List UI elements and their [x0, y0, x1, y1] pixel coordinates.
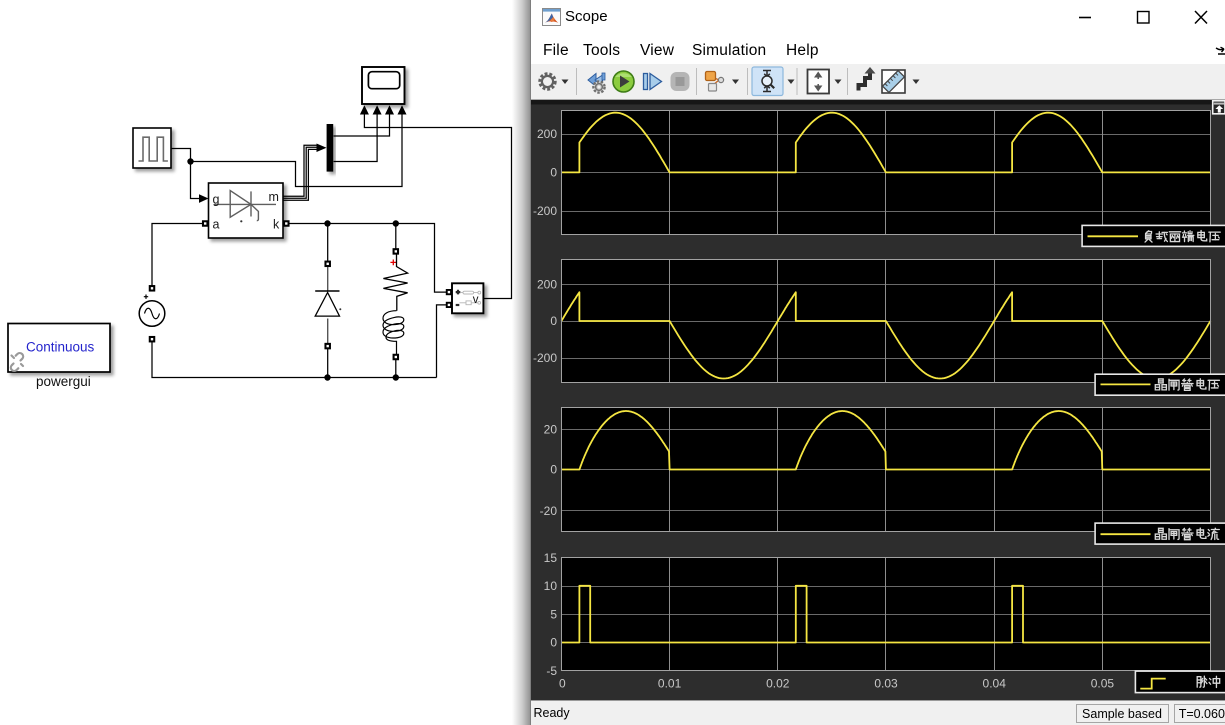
svg-text:m: m	[269, 190, 279, 204]
svg-text:Continuous: Continuous	[26, 340, 95, 355]
svg-text:powergui: powergui	[36, 374, 91, 389]
svg-text:g: g	[213, 193, 220, 207]
svg-text:v: v	[473, 294, 479, 306]
svg-text:k: k	[273, 218, 280, 232]
svg-text:a: a	[213, 218, 220, 232]
